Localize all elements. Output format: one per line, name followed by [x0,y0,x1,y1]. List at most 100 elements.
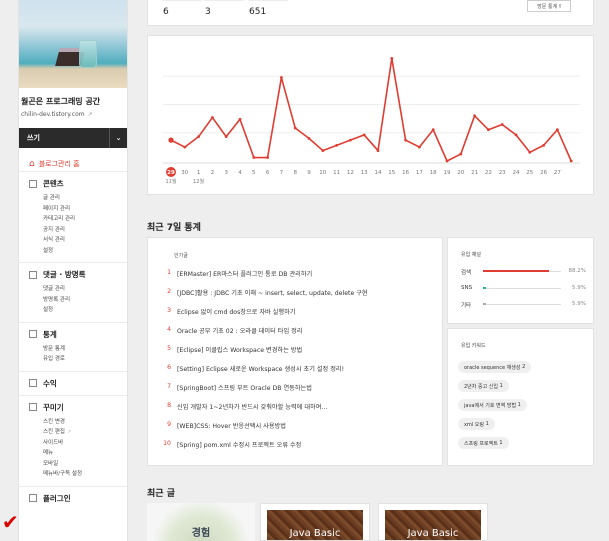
referrer-percent: 88.2% [568,268,586,274]
chart-tick-label: 6 [266,170,270,176]
main-content: 6 3 651 방문 통계 ⫾ 29 30 1 2 3 4 5 6 7 8 9 10 11 12 13 14 1… [147,0,594,541]
stat-divider [248,0,288,3]
recent-post-card[interactable]: 경험 [147,503,255,541]
referrer-track [483,288,561,289]
recent-post-card[interactable]: Java Basic [260,503,370,541]
chart-tick-label: 13 [361,170,368,176]
chart-point [542,143,545,147]
chart-tick-label: 10 [319,170,326,176]
referrer-bar [483,303,486,305]
sidebar-section-title: 통계 [43,329,57,339]
popular-post-item[interactable]: 6 [Setting] Eclipse 새로운 Workspace 생성시 초기 … [165,364,344,373]
sidebar-item-home[interactable]: ⌂ 블로그관리 홈 [19,148,127,172]
external-link-icon: ↗ [67,429,72,435]
popular-post-item[interactable]: 10 [Spring] pom.xml 수정시 프로젝트 오류 수정 [162,440,301,449]
chart-tick-label: 25 [526,170,533,176]
popular-post-item[interactable]: 9 [WEB]CSS: Hover 반응선택시 사용방법 [165,421,286,430]
sidebar-subitem[interactable]: 방문 통계 [43,344,127,355]
referrer-card: 유입 채널 검색 88.2% SNS 5.9% 기타 5.9% [447,237,594,324]
chart-point [390,57,394,60]
rank-number: 8 [167,402,171,409]
chart-icon [29,330,37,338]
popular-post-item[interactable]: 8 신입 개발자 1~2년차가 반드시 갖춰야할 능력에 대하여... [165,402,327,411]
sidebar-section-header[interactable]: 댓글 · 방명록 [29,269,127,280]
recent-post-thumbnail: 경험 [147,503,255,541]
popular-post-title: [SpringBoot] 스프링 부트 Oracle DB 연동하는법 [177,385,312,392]
chart-tick-label: 14 [375,170,382,176]
referrer-name: SNS [461,285,473,291]
referrer-percent: 5.9% [572,301,586,307]
blog-url-text[interactable]: chilin-dev.tistory.com [21,111,85,118]
recent-post-thumb-text: Java Basic [289,528,341,539]
referrer-row: 기타 5.9% [461,301,586,309]
sidebar-subitem[interactable]: 메뉴바/구독 설정 [43,469,127,480]
sidebar-section-header[interactable]: 플러그인 [29,493,127,504]
chevron-down-icon[interactable]: ⌄ [109,128,127,148]
recent-post-card[interactable]: Java Basic [378,503,488,541]
sidebar-subitem[interactable]: 글 관리 [43,193,127,204]
popular-post-title: [JDBC]활용 : JDBC 기초 이해 ~ insert, select, … [177,290,368,297]
recent-posts-title: 최근 글 [147,489,175,499]
sidebar-subitem[interactable]: 댓글 관리 [43,284,127,295]
sidebar-subitem-skin-edit[interactable]: 스킨 편집 ↗ [43,427,127,438]
chart-tick-label: 24 [513,170,520,176]
popular-post-item[interactable]: 1 [ERMaster] ER마스터 플러그인 통로 DB 관리하기 [165,269,312,278]
popular-post-title: [Spring] pom.xml 수정시 프로젝트 오류 수정 [177,442,302,449]
keyword-count: 1 [517,402,521,408]
sidebar-section-header[interactable]: 꾸미기 [29,402,127,413]
keyword-chip[interactable]: 2년차 중고 신입 1 [458,380,509,392]
sidebar-subitem[interactable]: 메뉴 [43,448,127,459]
blog-thumbnail[interactable] [19,0,127,88]
chart-point [459,152,463,156]
blog-name[interactable]: 월곤은 프로그래밍 공간 [21,96,127,107]
sidebar: 월곤은 프로그래밍 공간 chilin-dev.tistory.com ↗ 쓰기… [18,0,128,541]
chart-tick-label: 23 [499,170,506,176]
sidebar-subitem[interactable]: 방명록 관리 [43,295,127,306]
visit-stats-button[interactable]: 방문 통계 ⫾ [527,0,571,12]
sidebar-subitem[interactable]: 모바일 [43,459,127,470]
chart-point [431,128,435,132]
sidebar-subitem[interactable]: 페이지 관리 [43,204,127,215]
sidebar-section-title: 댓글 · 방명록 [43,270,86,279]
sidebar-subitem[interactable]: 설정 [43,305,127,316]
keyword-chip[interactable]: java에서 기호 변역 방법 1 [458,399,527,411]
keyword-chip[interactable]: 스프링 프로젝트 1 [458,437,509,449]
sidebar-subitem[interactable]: 설정 [43,246,127,257]
sidebar-section-plugins: 플러그인 [19,487,127,510]
rank-number: 5 [167,345,171,352]
write-button[interactable]: 쓰기 [19,133,40,143]
keyword-chip[interactable]: xml 오링 1 [458,418,495,430]
visit-summary-card: 6 3 651 방문 통계 ⫾ [147,0,594,26]
sidebar-subitem[interactable]: 공지 관리 [43,225,127,236]
sidebar-subitem[interactable]: 서식 관리 [43,235,127,246]
referrer-name: 검색 [461,270,472,276]
blog-url[interactable]: chilin-dev.tistory.com ↗ [21,111,127,118]
sidebar-section-header[interactable]: 통계 [29,329,127,340]
chart-point [445,159,449,163]
popular-post-item[interactable]: 7 [SpringBoot] 스프링 부트 Oracle DB 연동하는법 [165,383,312,392]
recent-post-thumb-text: Java Basic [407,528,459,539]
chart-point [556,128,559,132]
popular-post-item[interactable]: 3 Eclipse 없이 cmd dos창으로 자바 실행하기 [165,307,295,316]
sidebar-section-header[interactable]: 수익 [29,378,127,389]
popular-post-item[interactable]: 2 [JDBC]활용 : JDBC 기초 이해 ~ insert, select,… [165,288,368,297]
sidebar-subitem[interactable]: 유입 경로 [43,354,127,365]
chart-tick-label: 9 [307,170,311,176]
sidebar-subitem[interactable]: 사이드바 [43,438,127,449]
chart-point [473,114,476,118]
sidebar-subitem[interactable]: 스킨 변경 [43,417,127,428]
money-icon [29,379,37,387]
popular-post-item[interactable]: 5 [Eclipse] 이클립스 Workspace 변경하는 방법 [165,345,302,354]
referrer-track [483,304,561,305]
keyword-chip[interactable]: oracle sequence 재생성 2 [458,361,532,373]
recent-post-thumbnail: Java Basic [267,510,363,540]
visit-line-chart: 29 30 1 2 3 4 5 6 7 8 9 10 11 12 13 14 15 16 17 18 19 20 21 22 2… [163,57,580,185]
sidebar-section-title: 콘텐츠 [43,179,64,188]
sidebar-section-header[interactable]: 콘텐츠 [29,178,127,189]
sidebar-section-title: 수익 [43,378,57,388]
popular-post-item[interactable]: 4 Oracle 공부 기초 02 : 오라클 데이터 타입 정리 [165,326,302,335]
write-button-bar[interactable]: 쓰기 ⌄ [19,128,127,148]
sidebar-subitem[interactable]: 카테고리 관리 [43,214,127,225]
chart-point [197,135,200,139]
popular-posts-label: 인기글 [174,253,188,259]
